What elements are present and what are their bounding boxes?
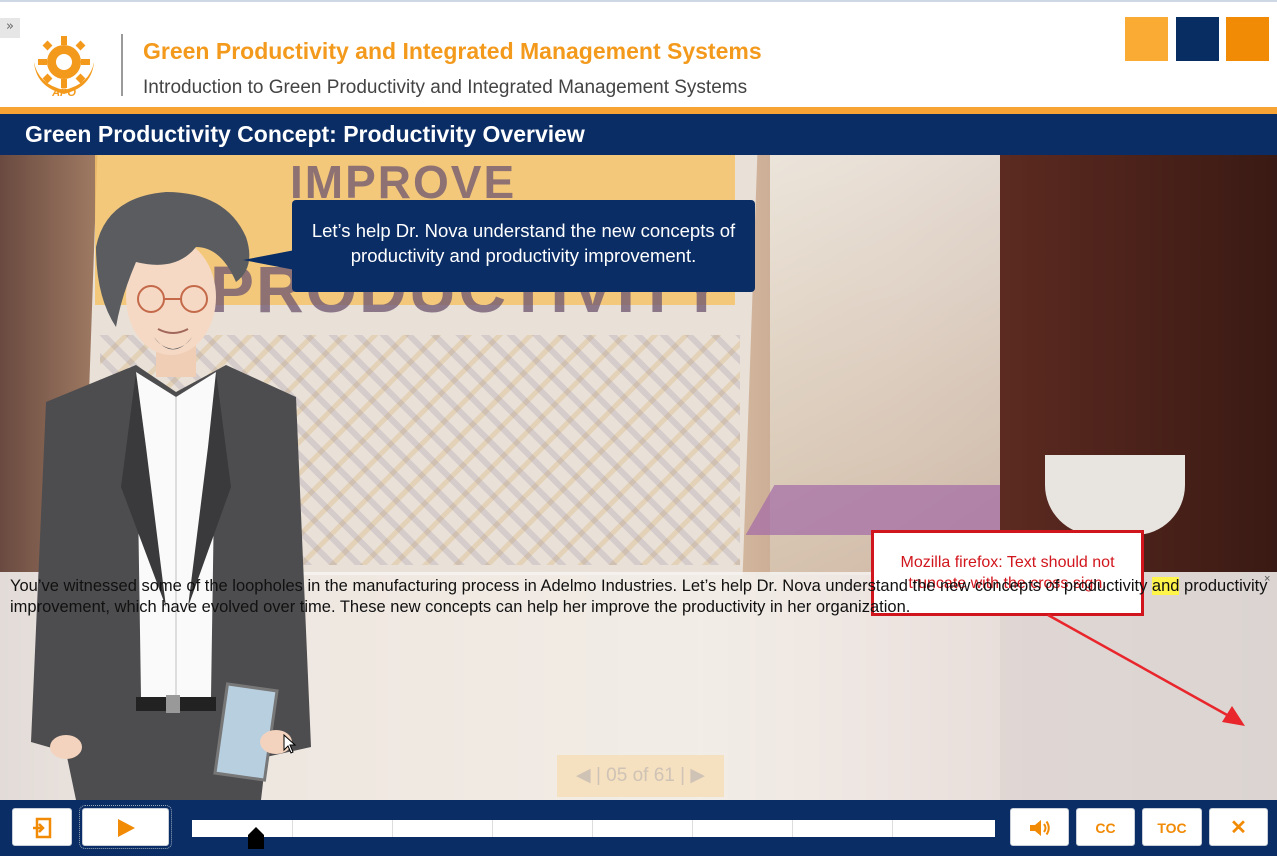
brand-swatch-orange <box>1226 17 1269 61</box>
play-button[interactable] <box>79 805 172 849</box>
caption-text-start: You’ve witnessed some of the loopholes i… <box>10 577 1152 595</box>
close-course-button[interactable]: ✕ <box>1209 808 1268 846</box>
play-icon <box>117 819 135 837</box>
closed-caption-text: You’ve witnessed some of the loopholes i… <box>10 576 1272 618</box>
course-title: Green Productivity and Integrated Manage… <box>143 38 762 64</box>
table-of-contents-button[interactable]: TOC <box>1142 808 1202 846</box>
dr-nova-character-illustration <box>31 192 311 800</box>
progress-tick <box>592 820 593 837</box>
progress-scrubber-handle[interactable] <box>246 827 266 849</box>
brand-swatch-navy <box>1176 17 1219 61</box>
caption-highlighted-word: and <box>1151 577 1180 595</box>
logo-text: APO <box>51 87 76 98</box>
progress-tick <box>892 820 893 837</box>
slide-stage: IMPROVE PRODUCTIVITY L <box>0 155 1277 800</box>
closed-captions-button[interactable]: CC <box>1076 808 1135 846</box>
progress-tick <box>392 820 393 837</box>
caption-close-icon[interactable]: × <box>1264 573 1270 585</box>
header-accent-bar <box>0 107 1277 114</box>
course-header: » APO Green Productivity and Integrated … <box>0 0 1277 107</box>
background-coffee-cup <box>1045 455 1185 535</box>
apo-logo: APO <box>34 36 94 98</box>
progress-slider[interactable] <box>192 820 995 837</box>
speaker-icon <box>1029 820 1050 836</box>
annotation-arrow-icon <box>1047 613 1245 726</box>
speech-bubble: Let’s help Dr. Nova understand the new c… <box>292 200 755 292</box>
course-subtitle: Introduction to Green Productivity and I… <box>143 77 748 98</box>
slide-title-bar: Green Productivity Concept: Productivity… <box>0 114 1277 155</box>
exit-lesson-button[interactable] <box>12 808 72 846</box>
mouse-cursor-icon <box>283 734 297 754</box>
header-divider <box>121 34 123 96</box>
page-counter: ◀ | 05 of 61 | ▶ <box>557 755 724 797</box>
progress-tick <box>292 820 293 837</box>
brand-swatch-light-orange <box>1125 17 1168 61</box>
slide-title: Green Productivity Concept: Productivity… <box>25 121 585 147</box>
progress-tick <box>792 820 793 837</box>
speech-bubble-tail <box>243 250 295 270</box>
progress-tick <box>692 820 693 837</box>
background-mat <box>745 485 1035 535</box>
volume-button[interactable] <box>1010 808 1069 846</box>
progress-tick <box>492 820 493 837</box>
exit-lesson-icon <box>33 817 52 839</box>
expand-sidebar-button[interactable]: » <box>0 18 20 38</box>
